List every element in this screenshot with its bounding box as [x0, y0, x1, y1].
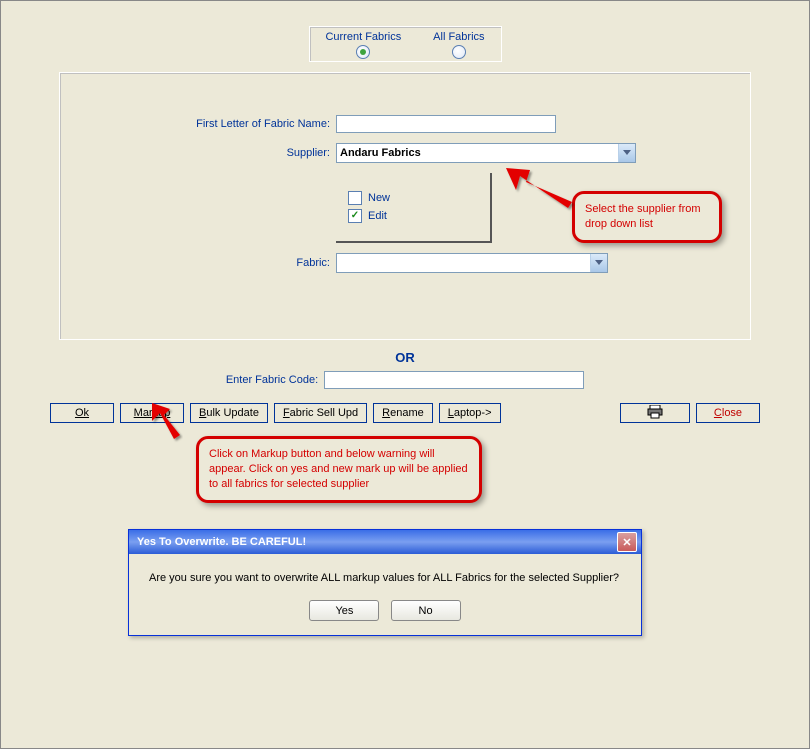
- dialog-message: Are you sure you want to overwrite ALL m…: [145, 572, 625, 584]
- fabric-scope-radio-group: Current Fabrics All Fabrics: [309, 26, 502, 62]
- printer-icon: [647, 405, 663, 422]
- bulk-update-button[interactable]: Bulk Update: [190, 403, 268, 423]
- arrow-icon: [506, 168, 576, 218]
- ok-button[interactable]: Ok: [50, 403, 114, 423]
- supplier-dropdown[interactable]: Andaru Fabrics: [336, 143, 636, 163]
- rename-button[interactable]: Rename: [373, 403, 433, 423]
- fabric-dropdown[interactable]: [336, 253, 608, 273]
- overwrite-dialog: Yes To Overwrite. BE CAREFUL! ✕ Are you …: [128, 529, 642, 636]
- callout-markup-text: Click on Markup button and below warning…: [209, 448, 468, 490]
- print-button[interactable]: [620, 403, 690, 423]
- close-icon[interactable]: ✕: [617, 532, 637, 552]
- callout-supplier: Select the supplier from drop down list: [572, 191, 722, 243]
- radio-current-label: Current Fabrics: [325, 31, 401, 43]
- or-label: OR: [11, 350, 799, 365]
- arrow-icon: [146, 403, 186, 443]
- first-letter-input[interactable]: [336, 115, 556, 133]
- no-button[interactable]: No: [391, 600, 461, 621]
- fabric-code-input[interactable]: [324, 371, 584, 389]
- fabric-label: Fabric:: [80, 257, 336, 269]
- supplier-label: Supplier:: [80, 147, 336, 159]
- new-checkbox[interactable]: [348, 191, 362, 205]
- chevron-down-icon: [590, 254, 607, 272]
- new-label: New: [368, 192, 390, 204]
- edit-label: Edit: [368, 210, 387, 222]
- mode-panel: New Edit: [336, 173, 492, 243]
- close-button[interactable]: Close: [696, 403, 760, 423]
- fabric-code-label: Enter Fabric Code:: [226, 374, 318, 386]
- radio-all[interactable]: [452, 45, 466, 59]
- dialog-titlebar: Yes To Overwrite. BE CAREFUL! ✕: [129, 530, 641, 554]
- edit-checkbox[interactable]: [348, 209, 362, 223]
- radio-all-label: All Fabrics: [433, 31, 484, 43]
- fabric-sell-upd-button[interactable]: Fabric Sell Upd: [274, 403, 367, 423]
- radio-current[interactable]: [356, 45, 370, 59]
- laptop-button[interactable]: Laptop->: [439, 403, 501, 423]
- first-letter-label: First Letter of Fabric Name:: [80, 118, 336, 130]
- dialog-title-text: Yes To Overwrite. BE CAREFUL!: [137, 536, 306, 548]
- callout-supplier-text: Select the supplier from drop down list: [585, 203, 701, 230]
- chevron-down-icon: [618, 144, 635, 162]
- supplier-value: Andaru Fabrics: [340, 147, 618, 159]
- callout-markup: Click on Markup button and below warning…: [196, 436, 482, 503]
- yes-button[interactable]: Yes: [309, 600, 379, 621]
